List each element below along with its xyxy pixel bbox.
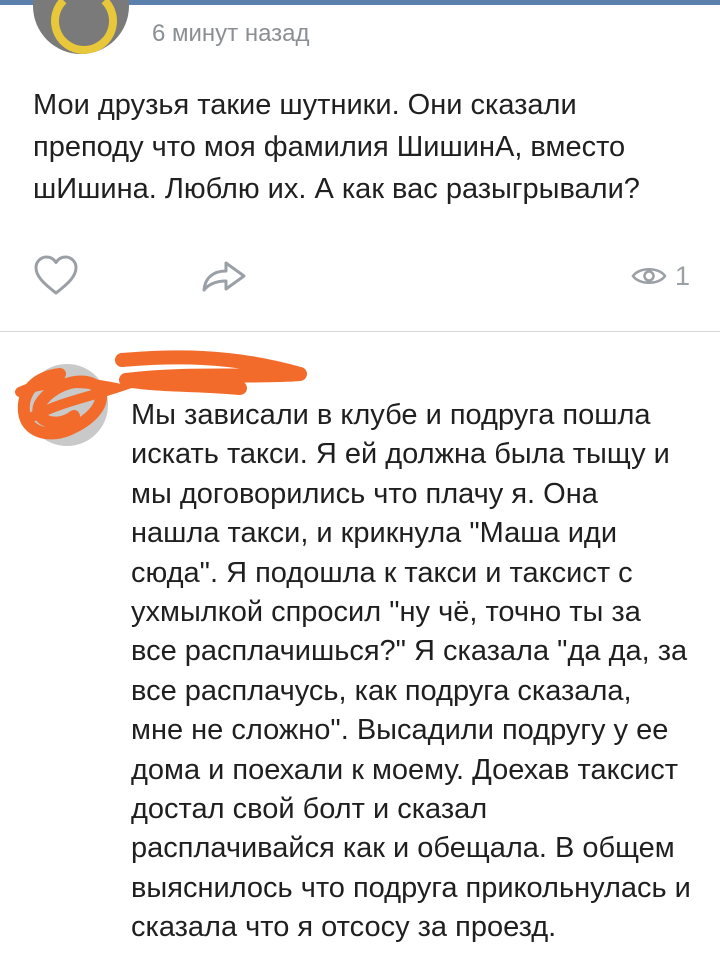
views-counter: 1 [631,256,690,296]
post: 6 минут назад Мои друзья такие шутники. … [0,0,720,332]
comment-text: Мы зависали в клубе и подруга пошла иска… [131,399,691,944]
avatar-ring [51,0,117,54]
views-count: 1 [674,260,690,291]
comment: Мы зависали в клубе и подруга пошла иска… [0,332,720,977]
share-arrow-icon[interactable] [200,256,248,296]
post-text: Мои друзья такие шутники. Они сказали пр… [33,89,640,205]
post-timestamp: 6 минут назад [152,20,310,47]
author-avatar[interactable] [33,0,129,54]
post-actions: 1 [0,248,720,304]
eye-icon [631,268,667,284]
heart-icon[interactable] [33,254,79,296]
